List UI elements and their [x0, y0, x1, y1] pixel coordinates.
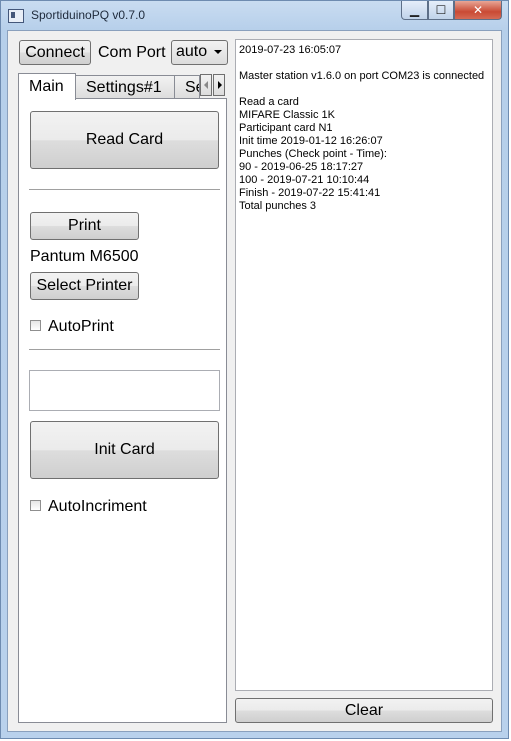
com-port-label: Com Port [98, 44, 166, 61]
close-icon: ✕ [472, 3, 484, 17]
log-line: MIFARE Classic 1K [239, 109, 335, 121]
tab-scroll-left-button[interactable] [200, 74, 212, 96]
select-printer-button[interactable]: Select Printer [30, 272, 139, 300]
connect-button[interactable]: Connect [19, 40, 91, 65]
arrow-right-icon [218, 81, 222, 89]
autoprint-label: AutoPrint [48, 318, 114, 335]
tab-scroll-right-button[interactable] [213, 74, 225, 96]
log-line: Finish - 2019-07-22 15:41:41 [239, 187, 381, 199]
log-output[interactable]: 2019-07-23 16:05:07 Master station v1.6.… [235, 39, 493, 691]
tab-settings-2-label: Se [185, 78, 199, 96]
log-line: Total punches 3 [239, 200, 317, 212]
read-card-button[interactable]: Read Card [30, 111, 219, 169]
window-title: SportiduinoPQ v0.7.0 [31, 8, 146, 22]
app-icon[interactable] [8, 9, 24, 23]
print-button[interactable]: Print [30, 212, 139, 240]
tab-settings-1[interactable]: Settings#1 [75, 75, 175, 99]
card-number-input[interactable] [29, 370, 220, 411]
com-port-select[interactable]: auto [171, 40, 228, 65]
init-card-button[interactable]: Init Card [30, 421, 219, 479]
minimize-icon: ▁ [409, 3, 420, 17]
tab-main[interactable]: Main [18, 73, 76, 100]
clear-button[interactable]: Clear [235, 698, 493, 723]
log-line: 90 - 2019-06-25 18:17:27 [239, 161, 364, 173]
log-line: Read a card [239, 96, 299, 108]
tab-main-label: Main [29, 78, 64, 95]
title-bar[interactable]: SportiduinoPQ v0.7.0 ▁ ☐ ✕ [1, 1, 508, 31]
autoincrement-checkbox[interactable] [30, 500, 41, 511]
autoincrement-label: AutoIncriment [48, 498, 147, 515]
tab-settings-1-label: Settings#1 [86, 78, 162, 96]
log-line: Participant card N1 [239, 122, 333, 134]
com-port-value: auto [176, 43, 208, 60]
chevron-down-icon [214, 50, 222, 54]
close-button[interactable]: ✕ [454, 1, 502, 20]
maximize-icon: ☐ [435, 3, 447, 17]
log-line: Init time 2019-01-12 16:26:07 [239, 135, 383, 147]
minimize-button[interactable]: ▁ [401, 1, 428, 20]
log-line: Master station v1.6.0 on port COM23 is c… [239, 70, 485, 82]
log-line: Punches (Check point - Time): [239, 148, 387, 160]
maximize-button[interactable]: ☐ [428, 1, 454, 20]
log-line: 100 - 2019-07-21 10:10:44 [239, 174, 370, 186]
separator [29, 189, 220, 191]
tab-settings-2[interactable]: Se [174, 75, 200, 99]
arrow-left-icon [204, 81, 208, 89]
separator [29, 349, 220, 351]
log-line: 2019-07-23 16:05:07 [239, 44, 342, 56]
printer-name: Pantum M6500 [30, 248, 139, 265]
autoprint-checkbox[interactable] [30, 320, 41, 331]
